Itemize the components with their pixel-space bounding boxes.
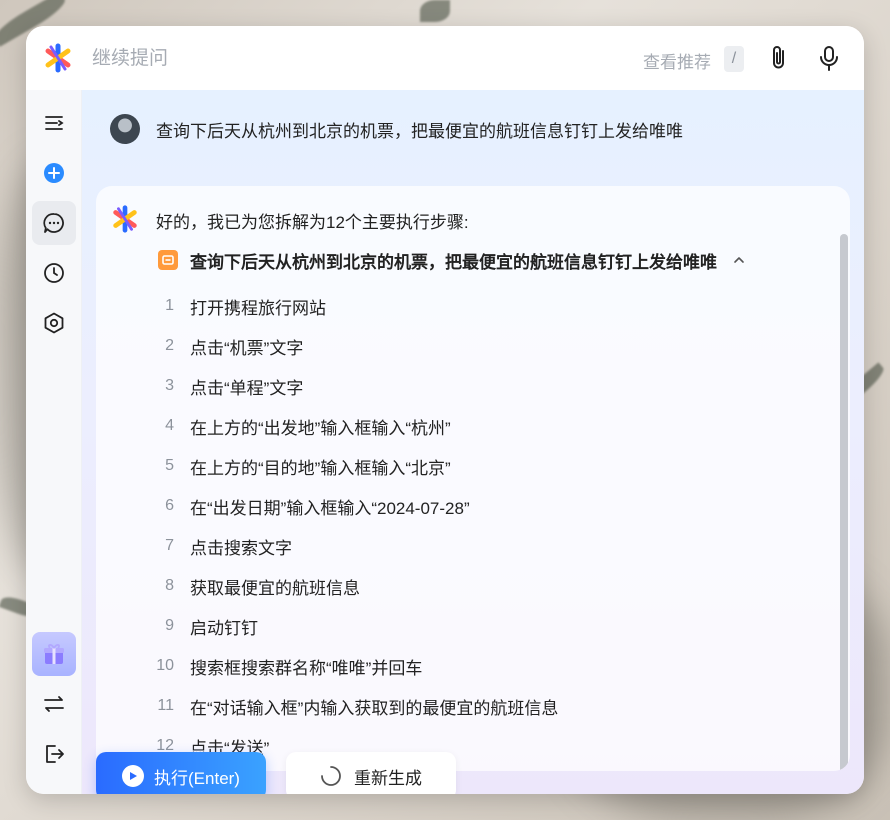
step-item: 7 点击搜索文字 <box>146 526 806 566</box>
settings-hexagon-icon[interactable] <box>32 301 76 345</box>
assistant-window: 查看推荐 / <box>26 26 864 794</box>
switch-icon[interactable] <box>32 682 76 726</box>
step-item: 3 点击“单程”文字 <box>146 366 806 406</box>
regenerate-button[interactable]: 重新生成 <box>286 752 456 794</box>
scrollbar-thumb[interactable] <box>840 234 848 771</box>
execute-label: 执行(Enter) <box>154 768 240 788</box>
step-item: 2 点击“机票”文字 <box>146 326 806 366</box>
step-item: 10 搜索框搜索群名称“唯唯”并回车 <box>146 646 806 686</box>
microphone-icon[interactable] <box>814 43 844 73</box>
view-recommendations-link[interactable]: 查看推荐 <box>643 48 711 73</box>
step-text: 点击“单程”文字 <box>190 378 304 398</box>
sidebar <box>26 90 82 794</box>
step-number: 6 <box>165 497 174 514</box>
step-text: 启动钉钉 <box>190 618 258 638</box>
step-number: 4 <box>165 417 174 434</box>
step-item: 8 获取最便宜的航班信息 <box>146 566 806 606</box>
step-number: 3 <box>165 377 174 394</box>
shortcut-key-badge: / <box>724 46 744 72</box>
step-text: 在“对话输入框”内输入获取到的最便宜的航班信息 <box>190 698 559 718</box>
user-message-row: 查询下后天从杭州到北京的机票，把最便宜的航班信息钉钉上发给唯唯 <box>110 112 683 146</box>
step-text: 打开携程旅行网站 <box>190 298 326 318</box>
step-number: 11 <box>157 697 174 714</box>
step-text: 在上方的“出发地”输入框输入“杭州” <box>190 418 451 438</box>
assistant-answer-card: 好的，我已为您拆解为12个主要执行步骤: 查询下后天从杭州到北京的机票，把最便宜… <box>96 186 850 771</box>
gift-icon[interactable] <box>32 632 76 676</box>
task-icon <box>158 250 178 270</box>
follow-up-input[interactable] <box>90 44 614 74</box>
step-number: 9 <box>165 617 174 634</box>
step-number: 7 <box>165 537 174 554</box>
step-item: 4 在上方的“出发地”输入框输入“杭州” <box>146 406 806 446</box>
task-header[interactable]: 查询下后天从杭州到北京的机票，把最便宜的航班信息钉钉上发给唯唯 <box>158 248 747 272</box>
scrollbar[interactable] <box>838 206 850 771</box>
assistant-intro-text: 好的，我已为您拆解为12个主要执行步骤: <box>156 213 469 232</box>
step-number: 5 <box>165 457 174 474</box>
step-number: 10 <box>156 657 174 674</box>
paperclip-icon[interactable] <box>764 43 794 73</box>
step-text: 点击搜索文字 <box>190 538 292 558</box>
step-text: 在“出发日期”输入框输入“2024-07-28” <box>190 498 470 518</box>
execute-button[interactable]: 执行(Enter) <box>96 752 266 794</box>
step-item: 6 在“出发日期”输入框输入“2024-07-28” <box>146 486 806 526</box>
regenerate-label: 重新生成 <box>354 768 422 788</box>
assistant-logo-icon <box>113 205 137 233</box>
top-input-bar: 查看推荐 / <box>26 26 864 91</box>
refresh-spinner-icon <box>321 766 341 786</box>
steps-list: 1 打开携程旅行网站 2 点击“机票”文字 3 点击“单程”文字 4 在上方的“出发地”输入框… <box>146 286 806 766</box>
step-text: 获取最便宜的航班信息 <box>190 578 360 598</box>
history-clock-icon[interactable] <box>32 251 76 295</box>
background-leaf <box>420 0 450 22</box>
conversation-area: 查询下后天从杭州到北京的机票，把最便宜的航班信息钉钉上发给唯唯 好的，我已为您拆… <box>82 90 864 794</box>
step-text: 在上方的“目的地”输入框输入“北京” <box>190 458 451 478</box>
step-item: 5 在上方的“目的地”输入框输入“北京” <box>146 446 806 486</box>
menu-icon[interactable] <box>32 101 76 145</box>
step-text: 点击“机票”文字 <box>190 338 304 358</box>
task-title: 查询下后天从杭州到北京的机票，把最便宜的航班信息钉钉上发给唯唯 <box>190 252 717 272</box>
step-item: 1 打开携程旅行网站 <box>146 286 806 326</box>
new-chat-icon[interactable] <box>32 151 76 195</box>
chevron-up-icon[interactable] <box>731 252 747 268</box>
step-number: 2 <box>165 337 174 354</box>
avatar <box>110 114 140 144</box>
step-item: 9 启动钉钉 <box>146 606 806 646</box>
play-icon <box>122 765 145 787</box>
app-logo-icon <box>45 43 71 73</box>
chat-icon[interactable] <box>32 201 76 245</box>
step-item: 11 在“对话输入框”内输入获取到的最便宜的航班信息 <box>146 686 806 726</box>
logout-icon[interactable] <box>32 732 76 776</box>
step-text: 搜索框搜索群名称“唯唯”并回车 <box>190 658 423 678</box>
step-number: 1 <box>165 297 174 314</box>
user-message: 查询下后天从杭州到北京的机票，把最便宜的航班信息钉钉上发给唯唯 <box>156 121 683 141</box>
step-number: 8 <box>165 577 174 594</box>
